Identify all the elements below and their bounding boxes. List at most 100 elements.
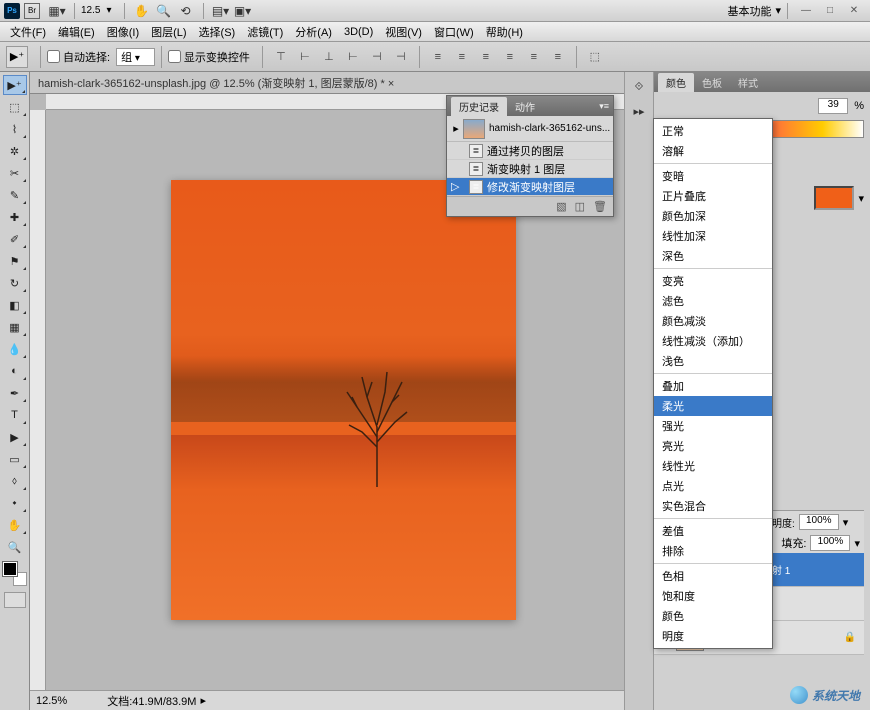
- history-item[interactable]: ≣渐变映射 1 图层: [447, 160, 613, 178]
- blend-mode-option[interactable]: 线性减淡（添加）: [654, 331, 772, 351]
- gradient-tool[interactable]: ▦: [3, 317, 27, 337]
- menu-window[interactable]: 窗口(W): [428, 24, 480, 40]
- align-vcenter-icon[interactable]: ⊢: [295, 47, 315, 67]
- align-hcenter-icon[interactable]: ⊣: [367, 47, 387, 67]
- blend-mode-option[interactable]: 深色: [654, 246, 772, 266]
- rotate-view-icon[interactable]: ⟲: [177, 2, 195, 20]
- quick-mask-toggle[interactable]: [4, 592, 26, 608]
- close-button[interactable]: ✕: [844, 4, 864, 18]
- screen-mode-icon[interactable]: ▣▾: [234, 2, 252, 20]
- menu-help[interactable]: 帮助(H): [480, 24, 529, 40]
- menu-layer[interactable]: 图层(L): [145, 24, 192, 40]
- menu-file[interactable]: 文件(F): [4, 24, 52, 40]
- auto-select-target[interactable]: 组 ▾: [116, 48, 155, 66]
- tab-actions[interactable]: 动作: [507, 97, 543, 116]
- current-tool-indicator[interactable]: ▶⁺: [6, 46, 28, 68]
- blend-mode-option[interactable]: 溶解: [654, 141, 772, 161]
- zoom-readout[interactable]: 12.5: [81, 5, 100, 16]
- distribute-3-icon[interactable]: ≡: [476, 47, 496, 67]
- show-transform-checkbox[interactable]: 显示变换控件: [168, 49, 250, 65]
- tab-history[interactable]: 历史记录: [451, 97, 507, 116]
- document-tab[interactable]: hamish-clark-365162-unsplash.jpg @ 12.5%…: [30, 72, 624, 94]
- distribute-2-icon[interactable]: ≡: [452, 47, 472, 67]
- menu-edit[interactable]: 编辑(E): [52, 24, 101, 40]
- blend-mode-option[interactable]: 差值: [654, 521, 772, 541]
- new-doc-icon[interactable]: ◫: [575, 200, 585, 213]
- crop-tool[interactable]: ✂: [3, 163, 27, 183]
- layer-opacity-input[interactable]: 100%: [799, 514, 839, 530]
- blend-mode-option[interactable]: 变暗: [654, 166, 772, 186]
- blend-mode-option[interactable]: 颜色加深: [654, 206, 772, 226]
- distribute-5-icon[interactable]: ≡: [524, 47, 544, 67]
- distribute-4-icon[interactable]: ≡: [500, 47, 520, 67]
- tab-color[interactable]: 颜色: [658, 73, 694, 92]
- zoom-tool[interactable]: 🔍: [3, 537, 27, 557]
- blend-mode-option[interactable]: 浅色: [654, 351, 772, 371]
- blur-tool[interactable]: 💧: [3, 339, 27, 359]
- blend-mode-option[interactable]: 变亮: [654, 271, 772, 291]
- blend-mode-option[interactable]: 点光: [654, 476, 772, 496]
- lasso-tool[interactable]: ⌇: [3, 119, 27, 139]
- blend-mode-option[interactable]: 线性光: [654, 456, 772, 476]
- blend-mode-option[interactable]: 实色混合: [654, 496, 772, 516]
- zoom-icon[interactable]: 🔍: [155, 2, 173, 20]
- align-left-icon[interactable]: ⊢: [343, 47, 363, 67]
- blend-mode-option[interactable]: 排除: [654, 541, 772, 561]
- mini-bridge-icon[interactable]: ▦▾: [48, 2, 66, 20]
- align-top-icon[interactable]: ⊤: [271, 47, 291, 67]
- status-doc-size[interactable]: 文档:41.9M/83.9M: [107, 693, 196, 709]
- shape-tool[interactable]: ▭: [3, 449, 27, 469]
- hand-tool[interactable]: ✋: [3, 515, 27, 535]
- quick-select-tool[interactable]: ✲: [3, 141, 27, 161]
- auto-select-checkbox[interactable]: 自动选择:: [47, 49, 110, 65]
- new-snapshot-icon[interactable]: ▧: [556, 200, 566, 213]
- foreground-swatch[interactable]: [3, 562, 17, 576]
- menu-image[interactable]: 图像(I): [101, 24, 145, 40]
- blend-mode-option[interactable]: 线性加深: [654, 226, 772, 246]
- status-zoom[interactable]: 12.5%: [36, 695, 67, 707]
- distribute-1-icon[interactable]: ≡: [428, 47, 448, 67]
- workspace-switcher[interactable]: 基本功能: [727, 3, 771, 19]
- dodge-tool[interactable]: ◐: [3, 361, 27, 381]
- blend-mode-option[interactable]: 正常: [654, 121, 772, 141]
- align-bottom-icon[interactable]: ⊥: [319, 47, 339, 67]
- delete-icon[interactable]: 🗑: [593, 200, 607, 213]
- blend-mode-option[interactable]: 颜色减淡: [654, 311, 772, 331]
- foreground-background-colors[interactable]: [3, 562, 27, 586]
- distribute-6-icon[interactable]: ≡: [548, 47, 568, 67]
- hand-icon[interactable]: ✋: [133, 2, 151, 20]
- dock-history-icon[interactable]: ▸▸: [626, 100, 652, 122]
- menu-filter[interactable]: 滤镜(T): [241, 24, 289, 40]
- tab-styles[interactable]: 样式: [730, 73, 766, 92]
- dock-brush-icon[interactable]: ⟐: [626, 76, 652, 98]
- blend-mode-option[interactable]: 饱和度: [654, 586, 772, 606]
- blend-mode-option[interactable]: 正片叠底: [654, 186, 772, 206]
- marquee-tool[interactable]: ⬚: [3, 97, 27, 117]
- menu-view[interactable]: 视图(V): [379, 24, 428, 40]
- opacity-input[interactable]: 39: [818, 98, 848, 114]
- move-tool[interactable]: ▶⁺: [3, 75, 27, 95]
- type-tool[interactable]: T: [3, 405, 27, 425]
- path-select-tool[interactable]: ▶: [3, 427, 27, 447]
- 3d-camera-tool[interactable]: ⬩: [3, 493, 27, 513]
- 3d-tool[interactable]: ⬨: [3, 471, 27, 491]
- blend-mode-option[interactable]: 亮光: [654, 436, 772, 456]
- blend-mode-option[interactable]: 强光: [654, 416, 772, 436]
- pen-tool[interactable]: ✒: [3, 383, 27, 403]
- menu-select[interactable]: 选择(S): [193, 24, 242, 40]
- panel-menu-icon[interactable]: ▾≡: [599, 101, 609, 112]
- history-item[interactable]: ≣通过拷贝的图层: [447, 142, 613, 160]
- minimize-button[interactable]: —: [796, 4, 816, 18]
- align-right-icon[interactable]: ⊣: [391, 47, 411, 67]
- stamp-tool[interactable]: ⚑: [3, 251, 27, 271]
- arrange-icon[interactable]: ▤▾: [212, 2, 230, 20]
- history-item[interactable]: ▷≣修改渐变映射图层: [447, 178, 613, 196]
- brush-tool[interactable]: ✐: [3, 229, 27, 249]
- tab-swatches[interactable]: 色板: [694, 73, 730, 92]
- auto-align-icon[interactable]: ⬚: [585, 47, 605, 67]
- blend-mode-option[interactable]: 滤色: [654, 291, 772, 311]
- history-snapshot[interactable]: ▸ hamish-clark-365162-uns...: [447, 116, 613, 142]
- layer-fill-input[interactable]: 100%: [810, 535, 850, 551]
- eyedropper-tool[interactable]: ✎: [3, 185, 27, 205]
- menu-analysis[interactable]: 分析(A): [289, 24, 338, 40]
